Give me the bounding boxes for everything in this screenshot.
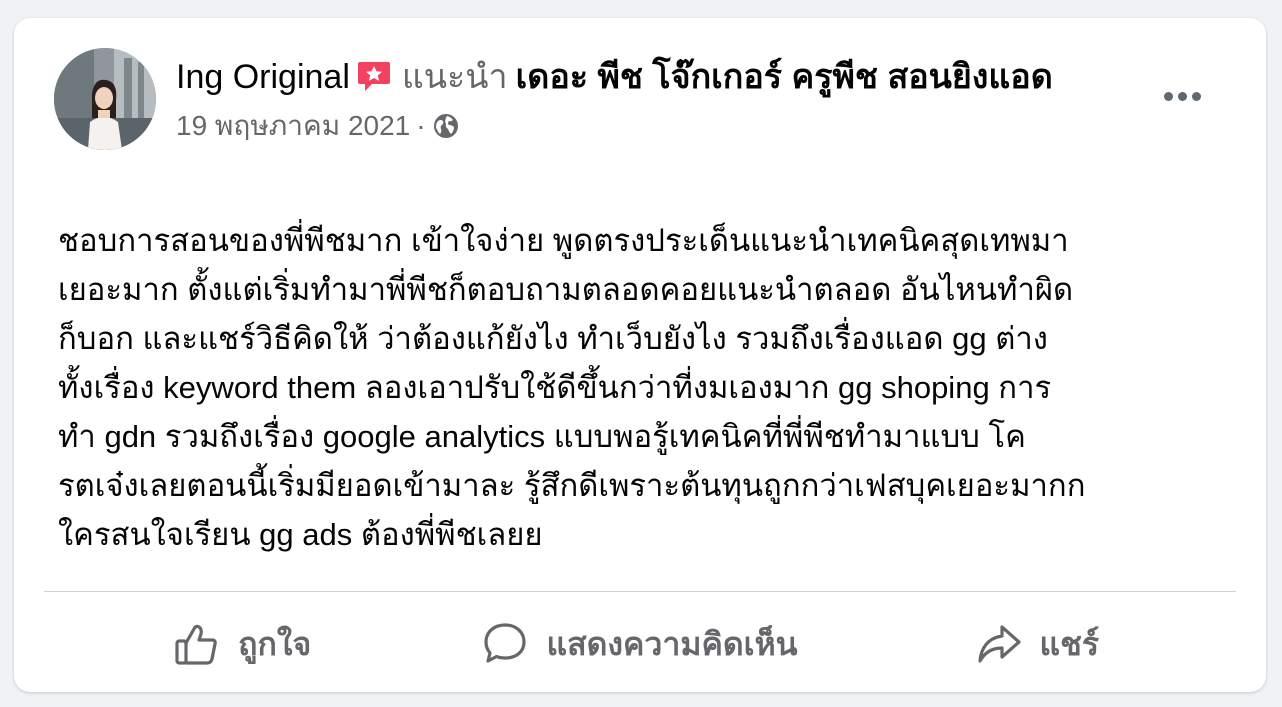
post-actions: ถูกใจ แสดงความคิดเห็น แชร์ (44, 608, 1236, 680)
more-options-icon[interactable] (1154, 78, 1210, 114)
comment-bubble-icon (482, 621, 528, 667)
more-dot (1177, 91, 1187, 101)
divider (44, 591, 1236, 592)
avatar[interactable] (54, 48, 156, 150)
post-header: Ing Original แนะนำ เดอะ พีช โจ๊กเกอร์ ครูพ… (176, 54, 1126, 144)
thumbs-up-icon (174, 621, 220, 667)
post-date[interactable]: 19 พฤษภาคม 2021 (176, 108, 410, 144)
author-name[interactable]: Ing Original (176, 58, 350, 96)
post-card: Ing Original แนะนำ เดอะ พีช โจ๊กเกอร์ ครูพ… (14, 18, 1266, 692)
globe-icon[interactable] (432, 112, 460, 140)
recommends-label: แนะนำ (401, 58, 508, 96)
comment-label: แสดงความคิดเห็น (546, 625, 798, 662)
recommend-badge-icon (356, 58, 392, 94)
like-button[interactable]: ถูกใจ (44, 608, 441, 680)
more-dot (1191, 91, 1201, 101)
like-label: ถูกใจ (238, 625, 312, 662)
post-meta: 19 พฤษภาคม 2021 · (176, 108, 1126, 144)
more-dot (1163, 91, 1173, 101)
share-arrow-icon (976, 621, 1022, 667)
share-label: แชร์ (1039, 625, 1100, 662)
share-button[interactable]: แชร์ (839, 608, 1236, 680)
post-body: ชอบการสอนของพี่พีชมาก เข้าใจง่าย พูดตรงป… (58, 223, 1086, 552)
comment-button[interactable]: แสดงความคิดเห็น (441, 608, 838, 680)
page-name[interactable]: เดอะ พีช โจ๊กเกอร์ ครูพีช สอนยิงแอด (516, 58, 1053, 96)
post-title-line: Ing Original แนะนำ เดอะ พีช โจ๊กเกอร์ ครูพ… (176, 54, 1126, 100)
meta-separator: · (416, 110, 426, 141)
